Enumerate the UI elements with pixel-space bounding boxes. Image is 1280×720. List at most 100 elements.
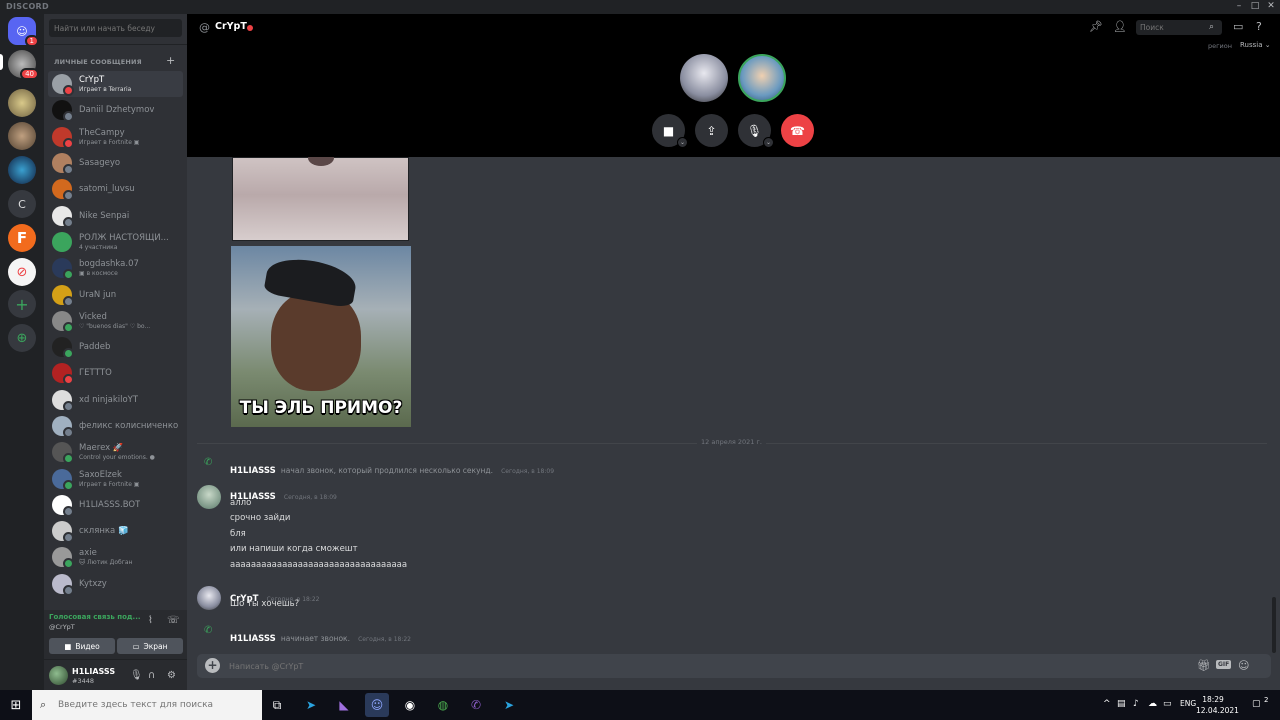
dm-item[interactable]: Daniil Dzhetymov <box>48 97 183 123</box>
taskbar-search-input[interactable] <box>32 690 262 720</box>
dm-item[interactable]: satomi_luvsu <box>48 176 183 202</box>
status-indicator <box>63 479 74 491</box>
discord-taskbar-icon[interactable]: ☺ <box>365 693 389 717</box>
screen-share-button[interactable]: ⇪ <box>695 114 728 147</box>
dm-item[interactable]: CrYpT Играет в Terraria <box>48 71 183 98</box>
minimize-icon[interactable]: – <box>1232 1 1246 11</box>
participant-avatar[interactable] <box>680 54 728 102</box>
camera-button[interactable]: ■ ⌄ <box>652 114 688 148</box>
dm-item[interactable]: UraN jun <box>48 281 183 307</box>
server-icon-c[interactable]: C <box>8 190 36 218</box>
clock[interactable]: 18:29 12.04.2021 <box>1196 694 1239 716</box>
gif-button[interactable]: GIF <box>1216 660 1232 669</box>
unreal-engine-icon[interactable]: ◉ <box>398 693 422 717</box>
video-button[interactable]: ■ Видео <box>49 638 115 654</box>
dm-item[interactable]: РОЛЖ НАСТОЯЩИ... 4 участника <box>48 229 183 255</box>
notifications-icon[interactable]: ▢ <box>1252 699 1261 709</box>
chrome-icon[interactable]: ◍ <box>431 693 455 717</box>
attachment-image[interactable] <box>232 157 409 241</box>
message-text: бля <box>230 529 246 539</box>
inbox-icon[interactable]: ▭ <box>1233 20 1243 33</box>
dm-item[interactable]: Sasageyo <box>48 150 183 176</box>
avatar <box>52 521 74 544</box>
maximize-icon[interactable]: □ <box>1248 1 1262 11</box>
gift-icon[interactable]: 🎁︎ <box>1197 659 1211 672</box>
telegram-icon-2[interactable]: ➤ <box>497 693 521 717</box>
avatar[interactable] <box>49 666 68 685</box>
message-text: Шо ты хочешь? <box>230 599 300 609</box>
headphones-icon[interactable]: ∩ <box>148 670 155 681</box>
dm-search-input[interactable] <box>49 19 182 37</box>
home-button[interactable]: ☺ 1 <box>8 17 39 47</box>
dm-item[interactable]: Maerex 🚀 Control your emotions. ● <box>48 439 183 465</box>
message-input[interactable] <box>229 658 1129 674</box>
gear-icon[interactable]: ⚙ <box>167 670 176 681</box>
dm-name: Maerex 🚀 <box>79 443 124 454</box>
attachment-image-meme[interactable]: ТЫ ЭЛЬ ПРИМО? <box>231 246 411 427</box>
screen-share-button[interactable]: ▭ Экран <box>117 638 183 654</box>
avatar <box>52 416 74 438</box>
server-icon-f[interactable]: F <box>8 224 36 252</box>
close-icon[interactable]: ✕ <box>1264 1 1278 11</box>
microphone-icon[interactable]: 🎙︎ <box>130 670 143 681</box>
dm-item[interactable]: bogdashka.07 ▣ в космосе <box>48 255 183 281</box>
dm-item[interactable]: Paddeb <box>48 334 183 360</box>
author-name[interactable]: H1LIASSS <box>230 466 276 476</box>
server-icon-1[interactable]: 40 <box>8 50 39 80</box>
server-icon-2[interactable] <box>8 89 36 117</box>
server-icon-no-sign[interactable]: ⊘ <box>8 258 36 286</box>
upload-button[interactable]: + <box>205 658 220 673</box>
add-friend-icon[interactable]: 👤︎ <box>1113 20 1127 33</box>
windows-start-button[interactable]: ⊞ <box>0 690 32 720</box>
task-view-icon[interactable]: ⧉ <box>265 693 289 717</box>
dm-item[interactable]: феликс колисниченко <box>48 413 183 439</box>
compass-icon: ⊕ <box>16 330 28 346</box>
dm-item[interactable]: xd ninjakiloYT <box>48 387 183 413</box>
noise-suppression-icon[interactable]: ⌇ <box>148 615 153 626</box>
status-indicator <box>63 269 74 281</box>
hangup-button[interactable]: ☎ <box>781 114 814 147</box>
scrollbar[interactable] <box>1272 597 1276 653</box>
server-icon-3[interactable] <box>8 122 36 150</box>
status-indicator <box>63 85 74 97</box>
volume-icon[interactable]: ♪ <box>1133 699 1139 709</box>
region-select[interactable]: Russia ⌄ <box>1240 41 1271 49</box>
dm-item[interactable]: TheCampy Играет в Fortnite ▣ <box>48 124 183 150</box>
dm-item[interactable]: ГЕТТТО <box>48 360 183 386</box>
author-name[interactable]: H1LIASSS <box>230 634 276 644</box>
explore-servers-button[interactable]: ⊕ <box>8 324 36 352</box>
server-icon-4[interactable] <box>8 156 36 184</box>
avatar[interactable] <box>197 485 221 509</box>
dm-item[interactable]: axie 🐱 Лютик Добган <box>48 544 183 570</box>
visual-studio-icon[interactable]: ◣ <box>332 693 356 717</box>
chevron-up-icon[interactable]: ^ <box>1103 699 1111 709</box>
create-dm-icon[interactable]: + <box>166 54 175 67</box>
clock-date: 12.04.2021 <box>1196 706 1239 715</box>
dm-item[interactable]: SaxoElzek Играет в Fortnite ▣ <box>48 465 183 491</box>
pin-icon[interactable]: 📌︎ <box>1089 20 1103 33</box>
dm-item[interactable]: склянка 🧊 <box>48 518 183 544</box>
status-indicator <box>63 400 74 412</box>
language-indicator[interactable]: ENG <box>1180 699 1196 708</box>
dm-name: склянка 🧊 <box>79 526 129 537</box>
dm-item[interactable]: Vicked ♡ "buenos dias" ♡ bo... <box>48 308 183 334</box>
search-icon: ⌕ <box>40 698 47 711</box>
mute-button[interactable]: 🎙︎ ⌄ <box>738 114 774 148</box>
participant-avatar-speaking[interactable] <box>738 54 786 102</box>
disconnect-icon[interactable]: ☏ <box>167 615 180 626</box>
dm-item[interactable]: Nike Senpai <box>48 202 183 228</box>
add-server-button[interactable]: + <box>8 290 36 318</box>
voice-channel[interactable]: @CrYpT <box>49 623 75 631</box>
emoji-icon[interactable]: ☺ <box>1238 659 1249 672</box>
dm-item[interactable]: Kytxzy <box>48 571 183 597</box>
dm-item[interactable]: H1LIASSS.BOT <box>48 492 183 518</box>
avatar[interactable] <box>197 586 221 610</box>
display-icon[interactable]: ▭ <box>1163 699 1172 709</box>
telegram-icon[interactable]: ➤ <box>299 693 323 717</box>
network-icon[interactable]: ▤ <box>1117 699 1126 709</box>
viber-icon[interactable]: ✆ <box>464 693 488 717</box>
cloud-icon[interactable]: ☁ <box>1148 699 1157 709</box>
help-icon[interactable]: ? <box>1256 20 1262 33</box>
chevron-down-icon[interactable]: ⌄ <box>763 137 774 148</box>
chevron-down-icon[interactable]: ⌄ <box>677 137 688 148</box>
